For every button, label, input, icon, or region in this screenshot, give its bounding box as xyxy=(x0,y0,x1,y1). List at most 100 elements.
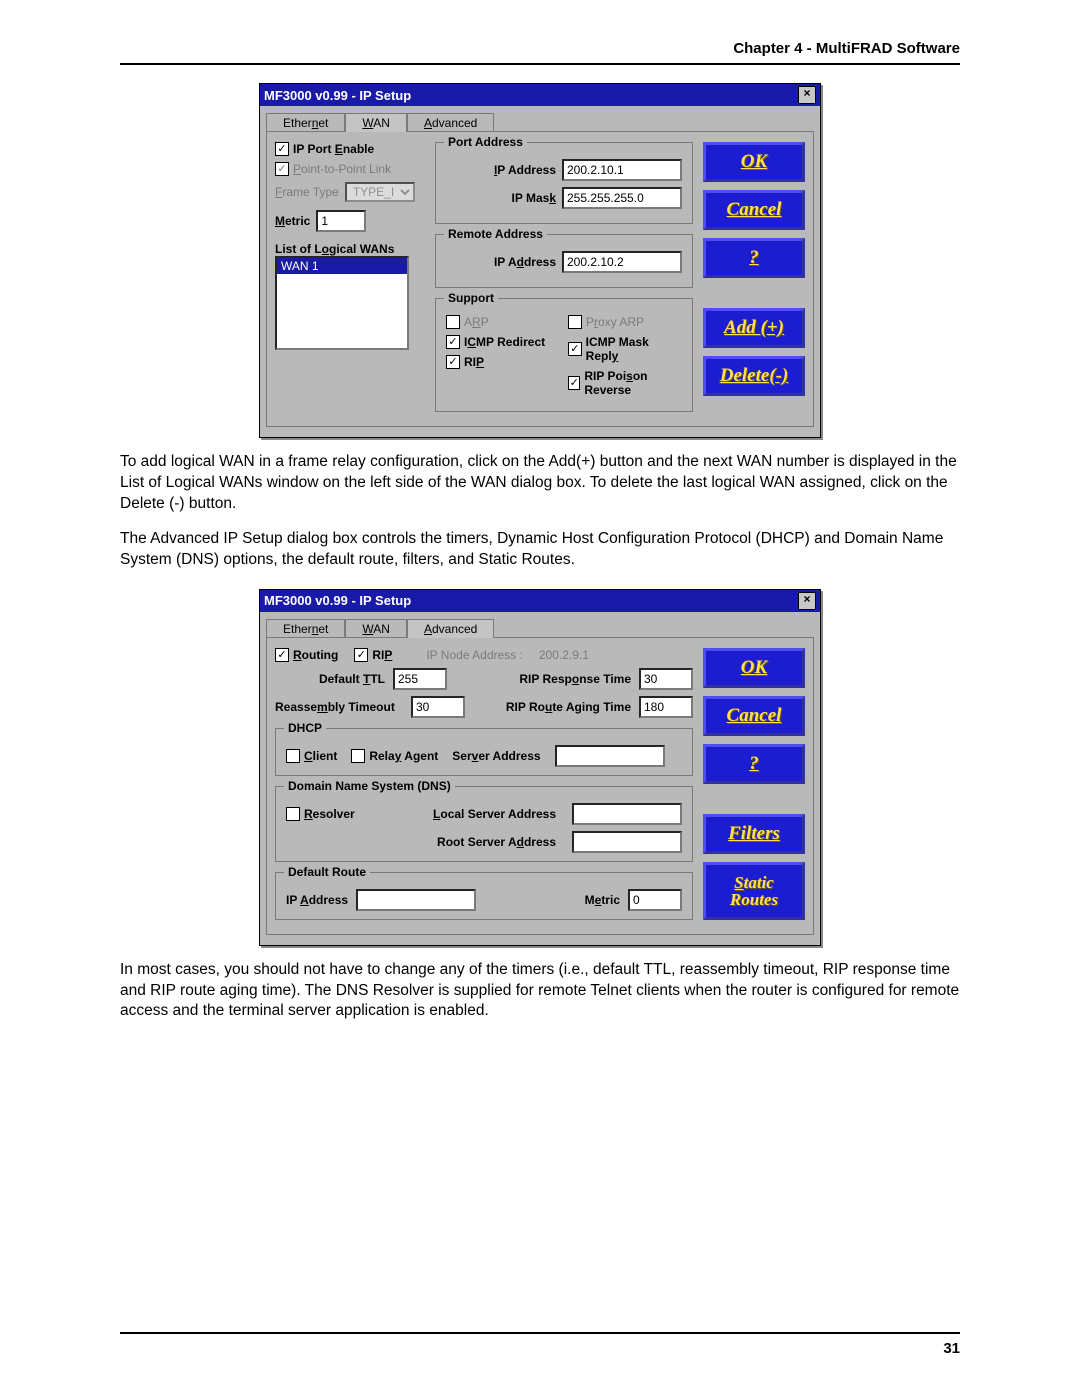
port-address-group: Port Address IP Address IP Mask xyxy=(435,142,693,224)
tabstrip: Ethernet WAN Advanced xyxy=(260,106,820,131)
rip-checkbox[interactable]: ✓ RIP xyxy=(446,355,560,369)
cancel-button[interactable]: Cancel xyxy=(703,190,805,230)
page-number: 31 xyxy=(120,1332,960,1357)
group-title: Default Route xyxy=(284,865,370,879)
cancel-button[interactable]: Cancel xyxy=(703,696,805,736)
titlebar: MF3000 v0.99 - IP Setup × xyxy=(260,590,820,612)
rip-aging-label: RIP Route Aging Time xyxy=(473,700,631,714)
rip-poison-checkbox[interactable]: ✓ RIP Poison Reverse xyxy=(568,369,682,397)
remote-ip-input[interactable] xyxy=(562,251,682,273)
ok-button[interactable]: OK xyxy=(703,142,805,182)
frame-type-label: Frame Type xyxy=(275,185,339,199)
checkbox-box xyxy=(568,315,582,329)
checkbox-box: ✓ xyxy=(275,162,289,176)
tab-advanced[interactable]: Advanced xyxy=(407,113,494,132)
checkbox-label: Resolver xyxy=(304,807,355,821)
checkbox-label: Relay Agent xyxy=(369,749,438,763)
resolver-checkbox[interactable]: Resolver xyxy=(286,807,355,821)
question-mark-icon: ? xyxy=(749,753,759,775)
group-title: DHCP xyxy=(284,721,326,735)
icmp-redirect-checkbox[interactable]: ✓ ICMP Redirect xyxy=(446,335,560,349)
checkbox-label: Routing xyxy=(293,648,338,662)
default-ttl-input[interactable] xyxy=(393,668,447,690)
filters-button[interactable]: Filters xyxy=(703,814,805,854)
checkbox-label: Proxy ARP xyxy=(586,315,644,329)
icmp-mask-reply-checkbox[interactable]: ✓ ICMP Mask Reply xyxy=(568,335,682,363)
dhcp-group: DHCP Client Relay Agent Server Address xyxy=(275,728,693,776)
tab-advanced[interactable]: Advanced xyxy=(407,619,494,638)
reassembly-input[interactable] xyxy=(411,696,465,718)
reassembly-label: Reassembly Timeout xyxy=(275,700,403,714)
remote-address-group: Remote Address IP Address xyxy=(435,234,693,288)
server-address-input[interactable] xyxy=(555,745,665,767)
remote-ip-label: IP Address xyxy=(494,255,556,269)
delete-button[interactable]: Delete(-) xyxy=(703,356,805,396)
proxy-arp-checkbox: Proxy ARP xyxy=(568,315,682,329)
frame-type-select: TYPE_II xyxy=(345,182,415,202)
rip-response-label: RIP Response Time xyxy=(455,672,631,686)
checkbox-box xyxy=(286,749,300,763)
ok-button[interactable]: OK xyxy=(703,648,805,688)
metric-label: Metric xyxy=(275,214,310,228)
checkbox-box xyxy=(446,315,460,329)
local-server-label: Local Server Address xyxy=(371,807,556,821)
metric-input[interactable] xyxy=(316,210,366,232)
list-of-wans[interactable]: WAN 1 xyxy=(275,256,409,350)
checkbox-box: ✓ xyxy=(275,648,289,662)
tab-pane-wan: ✓ IP Port Enable ✓ Point-to-Point Link F… xyxy=(266,131,814,427)
static-routes-button[interactable]: StaticRoutes xyxy=(703,862,805,920)
checkbox-label: Point-to-Point Link xyxy=(293,162,391,176)
close-icon[interactable]: × xyxy=(798,592,816,610)
ip-setup-advanced-dialog: MF3000 v0.99 - IP Setup × Ethernet WAN A… xyxy=(259,589,821,946)
tab-ethernet[interactable]: Ethernet xyxy=(266,113,345,132)
body-paragraph: The Advanced IP Setup dialog box control… xyxy=(120,529,960,571)
checkbox-label: ARP xyxy=(464,315,489,329)
default-route-metric-input[interactable] xyxy=(628,889,682,911)
help-button[interactable]: ? xyxy=(703,238,805,278)
dhcp-client-checkbox[interactable]: Client xyxy=(286,749,337,763)
checkbox-box: ✓ xyxy=(275,142,289,156)
ip-mask-input[interactable] xyxy=(562,187,682,209)
checkbox-label: ICMP Redirect xyxy=(464,335,545,349)
help-button[interactable]: ? xyxy=(703,744,805,784)
dns-group: Domain Name System (DNS) Resolver Local … xyxy=(275,786,693,862)
default-route-ip-label: IP Address xyxy=(286,893,348,907)
tab-wan[interactable]: WAN xyxy=(345,619,407,638)
list-item[interactable]: WAN 1 xyxy=(277,258,407,274)
local-server-input[interactable] xyxy=(572,803,682,825)
ip-port-enable-checkbox[interactable]: ✓ IP Port Enable xyxy=(275,142,425,156)
add-button[interactable]: Add (+) xyxy=(703,308,805,348)
checkbox-label: RIP xyxy=(372,648,392,662)
ip-mask-label: IP Mask xyxy=(512,191,557,205)
rip-checkbox[interactable]: ✓ RIP xyxy=(354,648,392,662)
default-route-metric-label: Metric xyxy=(484,893,620,907)
checkbox-box: ✓ xyxy=(568,376,580,390)
group-title: Remote Address xyxy=(444,227,547,241)
ip-address-input[interactable] xyxy=(562,159,682,181)
tab-ethernet[interactable]: Ethernet xyxy=(266,619,345,638)
close-icon[interactable]: × xyxy=(798,86,816,104)
tab-pane-advanced: ✓ Routing ✓ RIP IP Node Address : 200.2.… xyxy=(266,637,814,935)
ptp-link-checkbox: ✓ Point-to-Point Link xyxy=(275,162,425,176)
ip-address-label: IP Address xyxy=(494,163,556,177)
dhcp-relay-checkbox[interactable]: Relay Agent xyxy=(351,749,438,763)
routing-checkbox[interactable]: ✓ Routing xyxy=(275,648,338,662)
root-server-input[interactable] xyxy=(572,831,682,853)
list-of-wans-label: List of Logical WANs xyxy=(275,242,425,256)
ip-setup-wan-dialog: MF3000 v0.99 - IP Setup × Ethernet WAN A… xyxy=(259,83,821,438)
group-title: Domain Name System (DNS) xyxy=(284,779,455,793)
body-paragraph: In most cases, you should not have to ch… xyxy=(120,960,960,1023)
server-address-label: Server Address xyxy=(452,749,540,763)
titlebar-text: MF3000 v0.99 - IP Setup xyxy=(264,88,411,103)
group-title: Port Address xyxy=(444,135,527,149)
tab-wan[interactable]: WAN xyxy=(345,113,407,132)
default-route-ip-input[interactable] xyxy=(356,889,476,911)
rip-response-input[interactable] xyxy=(639,668,693,690)
root-server-label: Root Server Address xyxy=(286,835,556,849)
group-title: Support xyxy=(444,291,498,305)
chapter-header: Chapter 4 - MultiFRAD Software xyxy=(120,40,960,65)
arp-checkbox: ARP xyxy=(446,315,560,329)
default-ttl-label: Default TTL xyxy=(275,672,385,686)
support-group: Support ARP ✓ ICMP Redirect xyxy=(435,298,693,412)
rip-aging-input[interactable] xyxy=(639,696,693,718)
